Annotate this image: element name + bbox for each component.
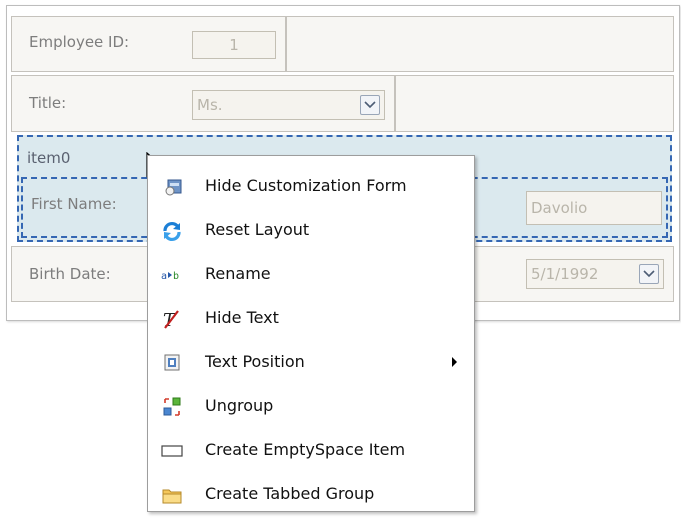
title-item[interactable]: Title: Ms. (11, 75, 395, 132)
first-name-field[interactable]: Davolio (526, 191, 662, 225)
employee-id-value: 1 (229, 36, 239, 54)
title-value: Ms. (197, 96, 223, 114)
menu-item-label: Hide Customization Form (205, 176, 407, 195)
first-name-label: First Name: (31, 195, 117, 213)
menu-item-create-emptyspace-item[interactable]: Create EmptySpace Item (149, 429, 473, 473)
svg-text:a: a (161, 271, 167, 282)
title-combo[interactable]: Ms. (192, 90, 385, 120)
birth-date-field[interactable]: 5/1/1992 (526, 259, 664, 289)
menu-item-create-tabbed-group[interactable]: Create Tabbed Group (149, 473, 473, 517)
menu-item-label: Create EmptySpace Item (205, 440, 406, 459)
menu-item-label: Text Position (205, 352, 305, 371)
rename-icon: a b (161, 271, 179, 282)
menu-item-label: Hide Text (205, 308, 279, 327)
text-position-icon (164, 354, 180, 371)
employee-id-field[interactable]: 1 (192, 31, 276, 59)
menu-item-label: Ungroup (205, 396, 274, 415)
menu-item-reset-layout[interactable]: Reset Layout (149, 209, 473, 253)
menu-item-text-position[interactable]: Text Position (149, 341, 473, 385)
menu-item-label: Reset Layout (205, 220, 310, 239)
empty-space-item-2[interactable] (395, 75, 674, 132)
tabbed-group-icon (162, 489, 182, 504)
ungroup-icon (163, 397, 181, 416)
menu-item-hide-text[interactable]: T Hide Text (149, 297, 473, 341)
birth-date-dropdown-button[interactable] (639, 264, 659, 284)
submenu-arrow-icon (452, 357, 457, 367)
empty-space-item[interactable] (286, 16, 674, 72)
employee-id-label: Employee ID: (29, 33, 130, 51)
menu-item-rename[interactable]: a b Rename (149, 253, 473, 297)
menu-item-hide-customization-form[interactable]: Hide Customization Form (149, 165, 473, 209)
employee-id-item[interactable]: Employee ID: 1 (11, 16, 286, 72)
chevron-down-icon (643, 270, 655, 278)
first-name-label-text: First Name: (31, 195, 117, 213)
reset-layout-icon (163, 222, 181, 241)
hide-customization-icon (165, 179, 182, 196)
menu-item-label: Create Tabbed Group (205, 484, 375, 503)
chevron-down-icon (364, 101, 376, 109)
birth-date-label: Birth Date: (29, 265, 111, 283)
title-dropdown-button[interactable] (360, 95, 380, 115)
hide-text-icon: T (163, 310, 179, 330)
menu-item-label: Rename (205, 264, 271, 283)
group-caption: item0 (27, 149, 71, 167)
first-name-value: Davolio (531, 199, 588, 217)
title-label: Title: (29, 94, 67, 112)
context-menu: Hide Customization Form Reset Layout a b… (147, 155, 475, 512)
svg-text:b: b (173, 271, 179, 282)
empty-space-icon (161, 445, 183, 457)
menu-item-ungroup[interactable]: Ungroup (149, 385, 473, 429)
birth-date-value: 5/1/1992 (531, 265, 599, 283)
